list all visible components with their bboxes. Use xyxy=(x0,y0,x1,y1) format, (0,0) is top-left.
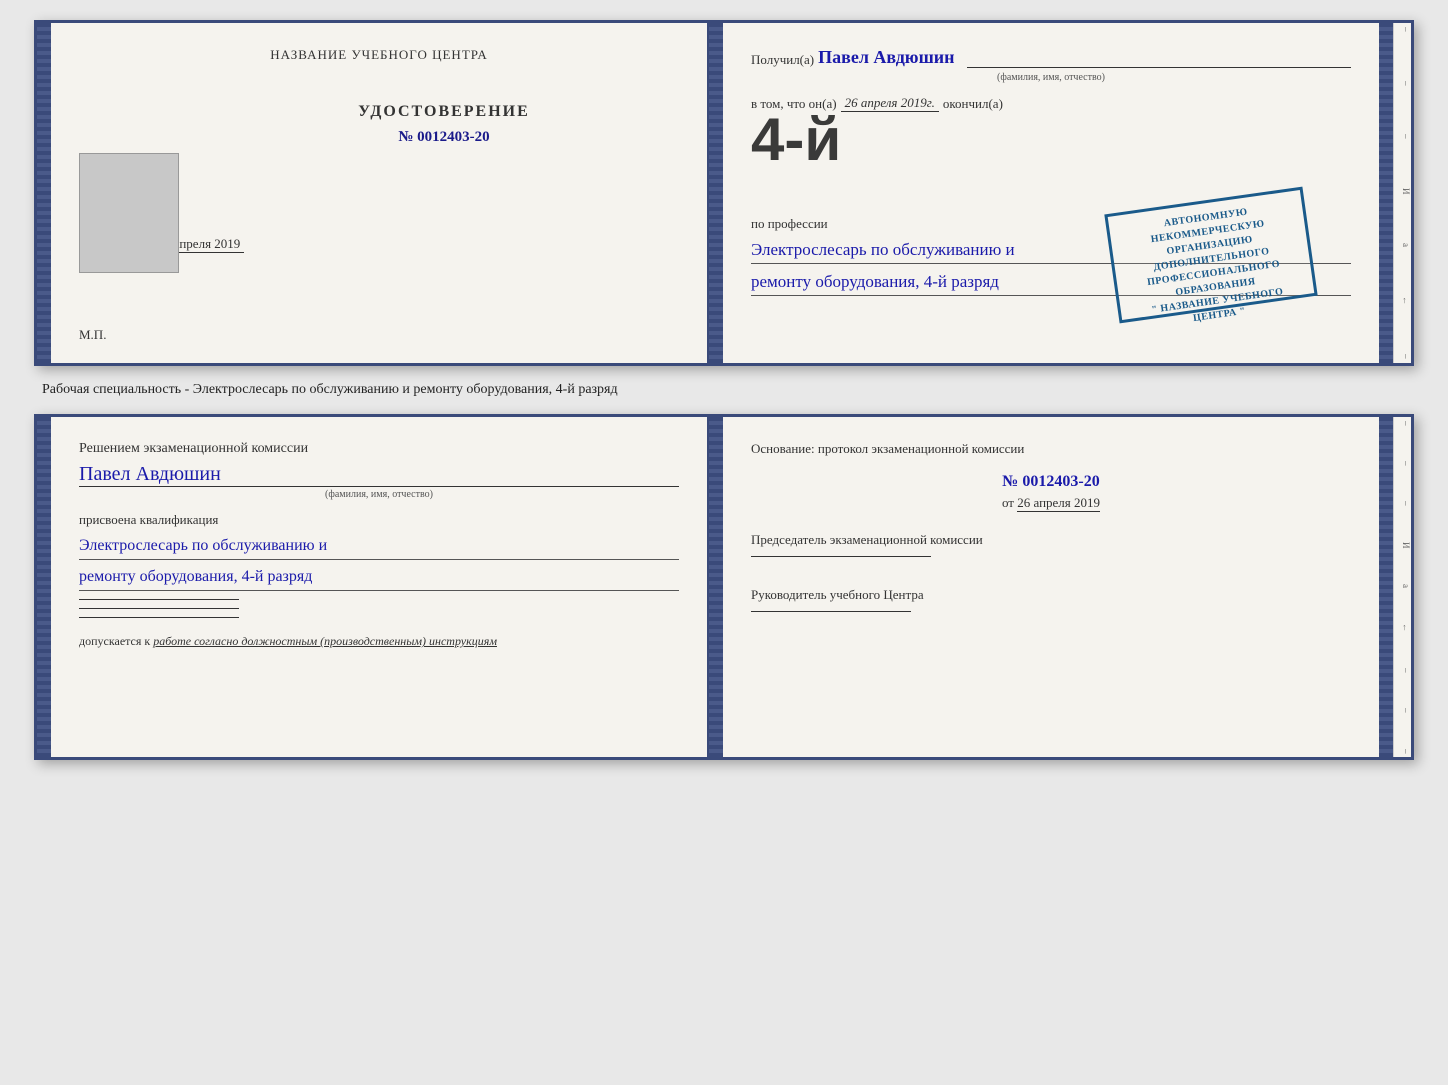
bottom-edge-7: – xyxy=(1394,668,1411,673)
sig-line-1 xyxy=(79,599,239,600)
допуск-line: допускается к работе согласно должностны… xyxy=(79,634,679,649)
допуск-text: работе согласно должностным (производств… xyxy=(153,634,497,648)
received-label: Получил(а) xyxy=(751,52,814,68)
bottom-edge-2: – xyxy=(1394,461,1411,466)
bottom-edge-9: – xyxy=(1394,749,1411,754)
director-sig-line xyxy=(751,611,911,612)
director-label: Руководитель учебного Центра xyxy=(751,587,1351,603)
bottom-edge-1: – xyxy=(1394,421,1411,426)
document-container: НАЗВАНИЕ УЧЕБНОГО ЦЕНТРА УДОСТОВЕРЕНИЕ №… xyxy=(34,20,1414,760)
bottom-right-edge-strip: – – – И а ← – – – xyxy=(1393,417,1411,757)
edge-mark-3: – xyxy=(1394,134,1411,139)
organization-stamp: АВТОНОМНУЮ НЕКОММЕРЧЕСКУЮ ОРГАНИЗАЦИЮ ДО… xyxy=(1104,187,1317,324)
recipient-name: Павел Авдюшин xyxy=(818,47,954,68)
bottom-left-page: Решением экзаменационной комиссии Павел … xyxy=(51,417,709,757)
bottom-edge-6: ← xyxy=(1394,623,1411,632)
photo-placeholder xyxy=(79,153,179,273)
bottom-booklet: Решением экзаменационной комиссии Павел … xyxy=(34,414,1414,760)
mp-label: М.П. xyxy=(79,327,106,343)
received-line: Получил(а) Павел Авдюшин xyxy=(751,47,1351,68)
rank-large: 4-й xyxy=(751,110,841,170)
rank-stamp-area: 4-й АВТОНОМНУЮ НЕКОММЕРЧЕСКУЮ ОРГАНИЗАЦИ… xyxy=(751,120,1351,200)
right-edge-strip: – – – И а ← – xyxy=(1393,23,1411,363)
cert-label: УДОСТОВЕРЕНИЕ xyxy=(209,103,679,121)
sig-line-3 xyxy=(79,617,239,618)
qualification-line1: Электрослесарь по обслуживанию и xyxy=(79,532,679,560)
right-spine-decoration xyxy=(1379,23,1393,363)
training-center-title: НАЗВАНИЕ УЧЕБНОГО ЦЕНТРА xyxy=(79,47,679,63)
bottom-fio-label: (фамилия, имя, отчество) xyxy=(79,489,679,500)
bottom-right-spine xyxy=(1379,417,1393,757)
qualification-line2: ремонту оборудования, 4-й разряд xyxy=(79,563,679,591)
bottom-edge-8: – xyxy=(1394,708,1411,713)
basis-text: Основание: протокол экзаменационной коми… xyxy=(751,441,1351,457)
cert-number: № 0012403-20 xyxy=(209,129,679,146)
completion-date: 26 апреля 2019г. xyxy=(841,95,939,112)
top-left-page: НАЗВАНИЕ УЧЕБНОГО ЦЕНТРА УДОСТОВЕРЕНИЕ №… xyxy=(51,23,709,363)
bottom-edge-4: И xyxy=(1394,542,1411,549)
top-booklet: НАЗВАНИЕ УЧЕБНОГО ЦЕНТРА УДОСТОВЕРЕНИЕ №… xyxy=(34,20,1414,366)
date-line: от 26 апреля 2019 xyxy=(751,495,1351,512)
bottom-center-spine xyxy=(709,417,723,757)
edge-mark-2: – xyxy=(1394,81,1411,86)
edge-mark-5: а xyxy=(1394,243,1411,247)
left-spine-decoration xyxy=(37,23,51,363)
top-right-page: Получил(а) Павел Авдюшин (фамилия, имя, … xyxy=(723,23,1379,363)
bottom-edge-3: – xyxy=(1394,501,1411,506)
допуск-label: допускается к xyxy=(79,634,150,648)
fio-subtitle: (фамилия, имя, отчество) xyxy=(751,72,1351,83)
bottom-right-page: Основание: протокол экзаменационной коми… xyxy=(723,417,1379,757)
edge-mark-1: – xyxy=(1394,27,1411,32)
protocol-number: № 0012403-20 xyxy=(751,473,1351,491)
edge-mark-7: – xyxy=(1394,354,1411,359)
bottom-date-value: 26 апреля 2019 xyxy=(1017,495,1100,512)
bottom-edge-5: а xyxy=(1394,584,1411,588)
edge-mark-6: ← xyxy=(1394,296,1411,305)
description-text: Рабочая специальность - Электрослесарь п… xyxy=(34,378,1414,402)
finished-label: окончил(а) xyxy=(943,96,1003,112)
sig-line-2 xyxy=(79,608,239,609)
assigned-label: присвоена квалификация xyxy=(79,512,679,528)
chairman-label: Председатель экзаменационной комиссии xyxy=(751,532,1351,548)
chairman-sig-line xyxy=(751,556,931,557)
person-name: Павел Авдюшин xyxy=(79,463,679,487)
commission-title: Решением экзаменационной комиссии xyxy=(79,441,679,457)
date-prefix: от xyxy=(1002,495,1014,510)
center-spine xyxy=(709,23,723,363)
edge-mark-4: И xyxy=(1394,188,1411,195)
bottom-left-spine xyxy=(37,417,51,757)
